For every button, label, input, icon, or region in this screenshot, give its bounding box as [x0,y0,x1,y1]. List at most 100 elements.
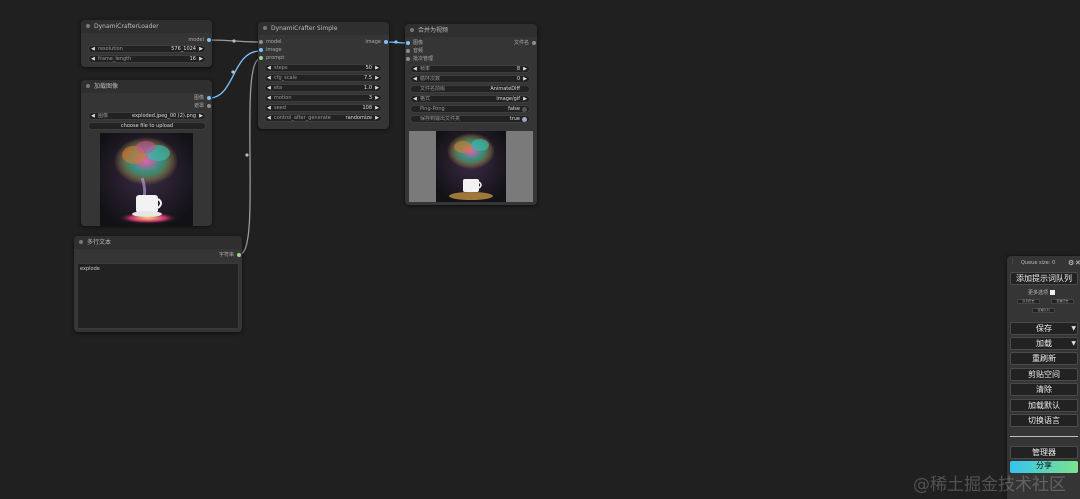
widget-eta[interactable]: ◀ eta 1.0 ▶ [264,84,382,92]
slot-dot-icon[interactable] [532,41,536,45]
arrow-left-icon[interactable]: ◀ [267,95,271,101]
node-title: DynamiCrafter Simple [258,22,389,35]
output-slot-string[interactable]: 字符串 [174,251,242,259]
arrow-right-icon[interactable]: ▶ [523,66,527,72]
collapse-dot-icon[interactable] [410,28,414,32]
arrow-right-icon[interactable]: ▶ [375,65,379,71]
input-slot-prompt[interactable]: prompt [258,54,318,62]
upload-button[interactable]: choose file to upload [88,122,206,130]
collapse-dot-icon[interactable] [86,84,90,88]
slot-dot-icon[interactable] [259,48,263,52]
arrow-right-icon[interactable]: ▶ [523,76,527,82]
widget-format[interactable]: ◀ 格式 image/gif ▶ [410,95,530,103]
clipspace-button[interactable]: 剪贴空间 [1010,368,1078,381]
widget-frame-length[interactable]: ◀ frame_length 16 ▶ [88,55,206,63]
dropdown-arrow-icon[interactable]: ▼ [1071,338,1076,349]
arrow-left-icon[interactable]: ◀ [267,75,271,81]
queue-side-panel: ⋮ Queue size: 0 ⚙ ✕ 添加提示词队列 更多选项 队列历史 查看… [1007,256,1080,499]
slot-dot-icon[interactable] [207,104,211,108]
widget-motion[interactable]: ◀ motion 3 ▶ [264,94,382,102]
slot-dot-icon[interactable] [259,56,263,60]
load-default-button[interactable]: 加载默认 [1010,399,1078,412]
output-slot-filename[interactable]: 文件名 [475,39,537,47]
arrow-right-icon[interactable]: ▶ [375,75,379,81]
arrow-left-icon[interactable]: ◀ [91,113,95,119]
arrow-left-icon[interactable]: ◀ [413,66,417,72]
output-slot-image[interactable]: 图像 [141,94,212,102]
widget-loop-count[interactable]: ◀ 循环次数 0 ▶ [410,75,530,83]
slot-dot-icon[interactable] [207,38,211,42]
slot-dot-icon[interactable] [406,57,410,61]
output-slot-model[interactable]: model [141,36,212,44]
arrow-right-icon[interactable]: ▶ [523,96,527,102]
toggle-off-icon[interactable] [522,107,527,112]
slot-dot-icon[interactable] [259,40,263,44]
manager-button[interactable]: 管理器 [1010,446,1078,459]
widget-cfg-scale[interactable]: ◀ cfg_scale 7.5 ▶ [264,74,382,82]
arrow-right-icon[interactable]: ▶ [199,113,203,119]
input-slot-audio[interactable]: 音频 [405,47,465,55]
load-button[interactable]: 加载 ▼ [1010,337,1078,350]
arrow-left-icon[interactable]: ◀ [413,96,417,102]
node-multiline-text[interactable]: 多行文本 字符串 explode [74,236,242,332]
arrow-right-icon[interactable]: ▶ [199,56,203,62]
output-slot-image[interactable]: image [328,38,389,46]
view-queue-button[interactable]: 查看队列 [1032,308,1055,313]
collapse-dot-icon[interactable] [263,26,267,30]
widget-steps[interactable]: ◀ steps 50 ▶ [264,64,382,72]
widget-ping-pong[interactable]: Ping-Pong false [410,105,530,113]
widget-frame-rate[interactable]: ◀ 帧率 8 ▶ [410,65,530,73]
input-slot-batch-manager[interactable]: 批次管理 [405,55,465,63]
widget-resolution[interactable]: ◀ resolution 576_1024 ▶ [88,45,206,53]
arrow-right-icon[interactable]: ▶ [375,85,379,91]
watermark: @稀土掘金技术社区 [913,475,1066,495]
widget-image-select[interactable]: ◀ 图像 exploded.jpeg_00 (2).png ▶ [88,112,206,120]
arrow-right-icon[interactable]: ▶ [375,115,379,121]
arrow-left-icon[interactable]: ◀ [267,115,271,121]
node-graph-canvas[interactable]: DynamiCrafterLoader model ◀ resolution 576… [0,0,1080,499]
node-video-combine[interactable]: 合并为视频 图像 音频 批次管理 文件名 ◀ 帧率 8 ▶ ◀ 循环次数 0 ▶ 文件名前缀… [405,24,537,205]
queue-history-button[interactable]: 队列历史 [1017,299,1040,304]
arrow-right-icon[interactable]: ▶ [375,105,379,111]
refresh-button[interactable]: 重刷新 [1010,352,1078,365]
slot-dot-icon[interactable] [406,41,410,45]
widget-control-after-generate[interactable]: ◀ control_after_generate randomize ▶ [264,114,382,122]
dropdown-arrow-icon[interactable]: ▼ [1071,323,1076,334]
widget-seed[interactable]: ◀ seed 108 ▶ [264,104,382,112]
link-prompt [239,58,261,255]
input-slot-model[interactable]: model [258,38,318,46]
arrow-left-icon[interactable]: ◀ [267,105,271,111]
slot-dot-icon[interactable] [384,40,388,44]
node-dynamicrafter-simple[interactable]: DynamiCrafter Simple model image prompt … [258,22,389,129]
save-button[interactable]: 保存 ▼ [1010,322,1078,335]
arrow-left-icon[interactable]: ◀ [91,46,95,52]
arrow-left-icon[interactable]: ◀ [91,56,95,62]
input-slot-image[interactable]: 图像 [405,39,465,47]
node-load-image[interactable]: 加载图像 图像 遮罩 ◀ 图像 exploded.jpeg_00 (2).png ▶ … [81,80,212,226]
slot-dot-icon[interactable] [237,253,241,257]
collapse-dot-icon[interactable] [86,24,90,28]
input-slot-image[interactable]: image [258,46,318,54]
gear-icon[interactable]: ⚙ [1068,259,1074,267]
slot-dot-icon[interactable] [207,96,211,100]
view-history-button[interactable]: 查看历史 [1051,299,1074,304]
clear-button[interactable]: 清除 [1010,383,1078,396]
text-input[interactable]: explode [77,263,239,329]
collapse-dot-icon[interactable] [79,240,83,244]
arrow-right-icon[interactable]: ▶ [375,95,379,101]
arrow-left-icon[interactable]: ◀ [413,76,417,82]
arrow-left-icon[interactable]: ◀ [267,85,271,91]
close-icon[interactable]: ✕ [1075,259,1080,267]
node-dynamicrafter-loader[interactable]: DynamiCrafterLoader model ◀ resolution 576… [81,20,212,67]
slot-dot-icon[interactable] [406,49,410,53]
checkbox-icon[interactable] [1049,290,1055,295]
switch-language-button[interactable]: 切换语言 [1010,414,1078,427]
queue-prompt-button[interactable]: 添加提示词队列 [1010,272,1078,285]
arrow-left-icon[interactable]: ◀ [267,65,271,71]
widget-filename-prefix[interactable]: 文件名前缀 AnimateDiff [410,85,530,93]
widget-save-output[interactable]: 保存到输出文件夹 true [410,115,530,123]
drag-handle-icon[interactable]: ⋮ [1010,259,1015,265]
arrow-right-icon[interactable]: ▶ [199,46,203,52]
toggle-on-icon[interactable] [522,117,527,122]
output-slot-mask[interactable]: 遮罩 [141,102,212,110]
